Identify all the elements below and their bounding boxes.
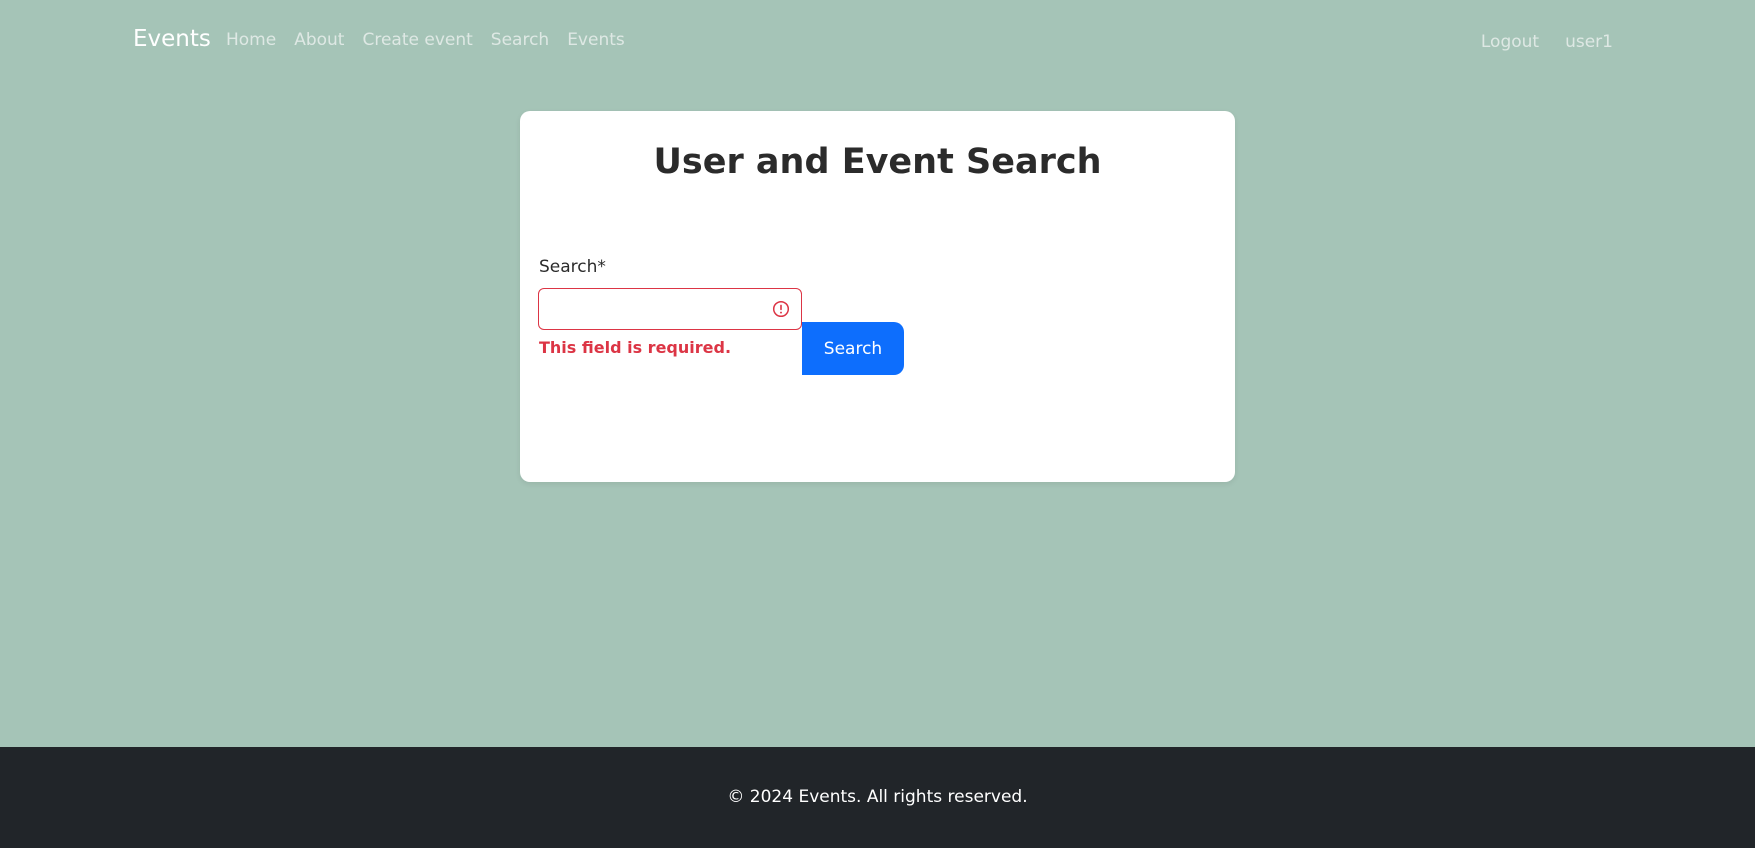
nav-link-home[interactable]: Home: [226, 30, 276, 50]
search-button[interactable]: Search: [802, 322, 904, 375]
nav-link-user[interactable]: user1: [1565, 32, 1613, 52]
search-input-wrapper: [538, 288, 802, 330]
footer: © 2024 Events. All rights reserved.: [0, 747, 1755, 848]
nav-link-search[interactable]: Search: [491, 30, 549, 50]
nav-link-about[interactable]: About: [294, 30, 344, 50]
footer-copyright: © 2024 Events. All rights reserved.: [727, 787, 1028, 807]
search-input[interactable]: [549, 289, 773, 329]
nav-link-events[interactable]: Events: [567, 30, 625, 50]
nav-link-create-event[interactable]: Create event: [362, 30, 472, 50]
brand-link[interactable]: Events: [133, 26, 211, 52]
alert-circle-icon: [772, 300, 790, 318]
nav-right: Logout user1: [1481, 32, 1613, 52]
nav-link-logout[interactable]: Logout: [1481, 32, 1539, 52]
search-card: User and Event Search Search* This field…: [520, 111, 1235, 482]
nav-links: Home About Create event Search Events: [226, 30, 643, 50]
page-title: User and Event Search: [653, 142, 1102, 182]
search-error-message: This field is required.: [539, 338, 732, 357]
search-label: Search*: [539, 257, 606, 277]
top-navbar: Events Home About Create event Search Ev…: [0, 0, 1755, 86]
